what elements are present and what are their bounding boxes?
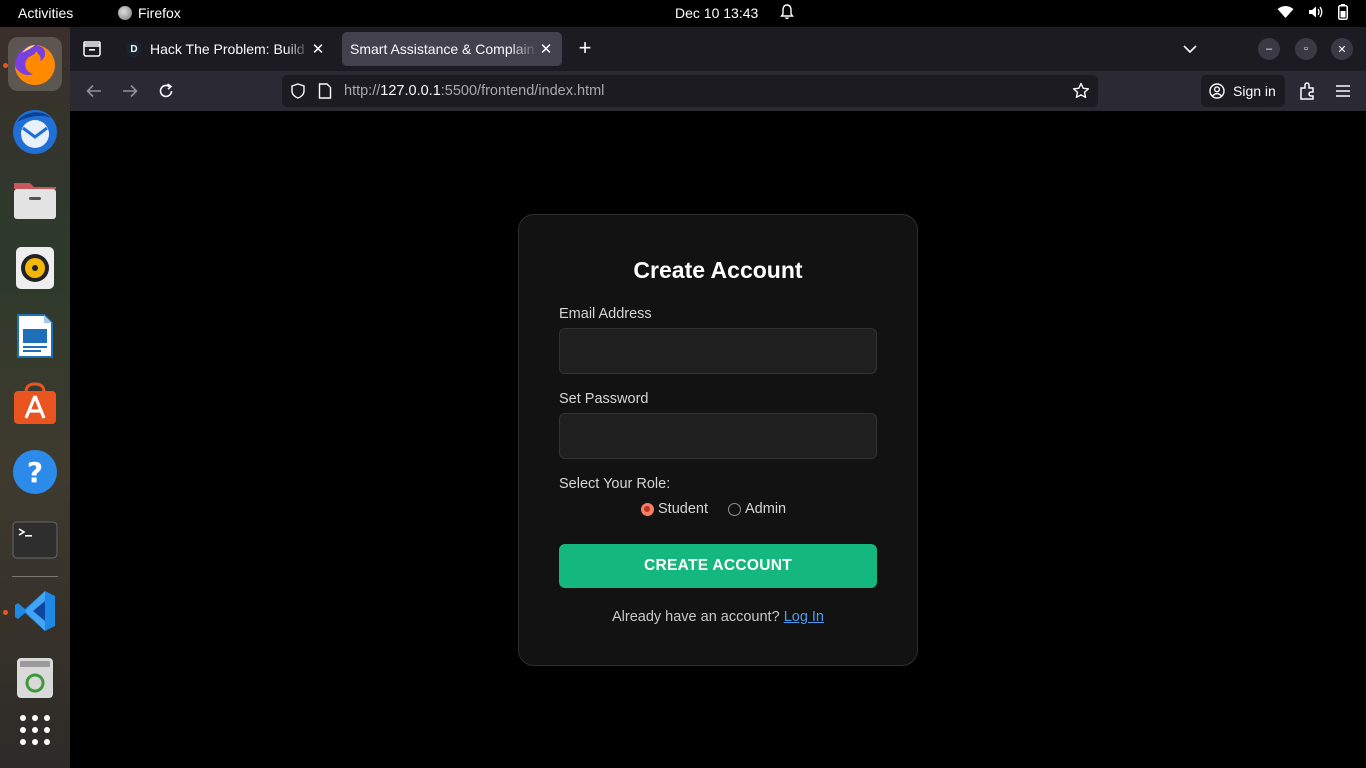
dock-trash[interactable] [8,651,62,705]
student-radio[interactable] [641,502,654,516]
admin-radio[interactable] [728,502,741,516]
vscode-icon [15,591,55,631]
create-account-button[interactable]: CREATE ACCOUNT [559,544,877,588]
site-favicon: D [126,41,142,57]
dock-show-apps[interactable] [8,703,62,757]
terminal-icon [12,521,58,559]
maximize-button[interactable]: ▫ [1295,38,1317,60]
bookmark-star-icon[interactable] [1072,82,1090,100]
rhythmbox-icon [16,247,54,289]
list-all-tabs-icon[interactable] [1180,39,1200,59]
files-icon [14,183,56,219]
firefox-icon [118,6,132,20]
system-top-bar: Activities Firefox Dec 10 13:43 [0,0,1366,27]
url-host: 127.0.0.1 [380,83,441,99]
shield-icon[interactable] [290,83,306,99]
login-prompt: Already have an account? Log In [519,609,917,625]
battery-icon [1338,4,1348,20]
tab-smart-assistance[interactable]: Smart Assistance & Complain ✕ [342,32,562,66]
account-icon [1209,83,1225,99]
system-tray[interactable] [1277,4,1348,20]
tab-title: Hack The Problem: Build [150,41,305,57]
extensions-icon[interactable] [1296,80,1318,102]
dock-libreoffice-writer[interactable] [8,309,62,363]
role-label: Select Your Role: [559,476,671,492]
bell-icon [780,4,794,20]
dock: ? [0,27,70,768]
activities-button[interactable]: Activities [18,5,73,21]
tab-bar: D Hack The Problem: Build ✕ Smart Assist… [70,27,1366,71]
dock-vscode[interactable] [8,584,62,638]
page-title: Create Account [633,257,803,283]
minimize-button[interactable]: – [1258,38,1280,60]
svg-text:?: ? [27,456,43,489]
tab-title: Smart Assistance & Complain [350,41,535,57]
create-account-card: Create Account Email Address Set Passwor… [518,214,918,666]
back-arrow-icon [86,84,101,98]
wifi-icon [1277,6,1294,18]
navigation-toolbar: http://127.0.0.1:5500/frontend/index.htm… [70,71,1366,111]
close-window-button[interactable]: ✕ [1331,38,1353,60]
dock-thunderbird[interactable] [8,105,62,159]
hamburger-menu-icon[interactable] [1332,80,1354,102]
role-radio-group: Student Admin [641,501,786,517]
app-menu-label: Firefox [138,5,181,21]
dock-files[interactable] [8,173,62,227]
back-button[interactable] [82,80,106,102]
page-info-icon[interactable] [318,83,332,99]
admin-label: Admin [745,501,787,517]
password-label: Set Password [559,391,649,407]
reload-button[interactable] [154,80,178,102]
role-admin-option[interactable]: Admin [728,501,786,517]
new-tab-button[interactable]: + [573,37,597,61]
tab-hack-the-problem[interactable]: D Hack The Problem: Build ✕ [118,32,334,66]
app-grid-icon [20,715,50,745]
login-link[interactable]: Log In [784,609,824,625]
thunderbird-icon [13,110,57,154]
firefox-view-icon [83,41,101,57]
firefox-view-button[interactable] [80,37,104,61]
app-menu[interactable]: Firefox [118,5,181,21]
writer-icon [17,314,53,358]
student-label: Student [658,501,708,517]
dock-separator [12,576,58,577]
url-path: :5500/frontend/index.html [440,83,605,99]
firefox-icon [15,45,55,85]
role-student-option[interactable]: Student [641,501,708,517]
reload-icon [159,83,173,98]
clock[interactable]: Dec 10 13:43 [675,5,758,21]
forward-button[interactable] [118,80,142,102]
trash-icon [17,658,53,698]
software-store-icon [14,382,56,424]
address-bar[interactable]: http://127.0.0.1:5500/frontend/index.htm… [282,75,1098,107]
email-label: Email Address [559,306,652,322]
volume-icon [1309,6,1323,18]
sign-in-label: Sign in [1233,83,1276,99]
login-prompt-text: Already have an account? [611,609,784,625]
page-viewport: Create Account Email Address Set Passwor… [70,111,1366,768]
dock-firefox[interactable] [8,37,62,91]
firefox-window: D Hack The Problem: Build ✕ Smart Assist… [70,27,1366,768]
dock-ubuntu-software[interactable] [8,377,62,431]
forward-arrow-icon [123,84,138,98]
dock-help[interactable]: ? [8,445,62,499]
dock-terminal[interactable] [8,513,62,567]
password-input[interactable] [559,413,877,459]
dock-rhythmbox[interactable] [8,241,62,295]
url-text[interactable]: http://127.0.0.1:5500/frontend/index.htm… [344,83,604,99]
url-scheme: http:// [344,83,381,99]
close-tab-icon[interactable]: ✕ [538,40,554,58]
email-input[interactable] [559,328,877,374]
sign-in-button[interactable]: Sign in [1201,75,1285,107]
help-icon: ? [13,450,57,494]
close-tab-icon[interactable]: ✕ [310,40,326,58]
